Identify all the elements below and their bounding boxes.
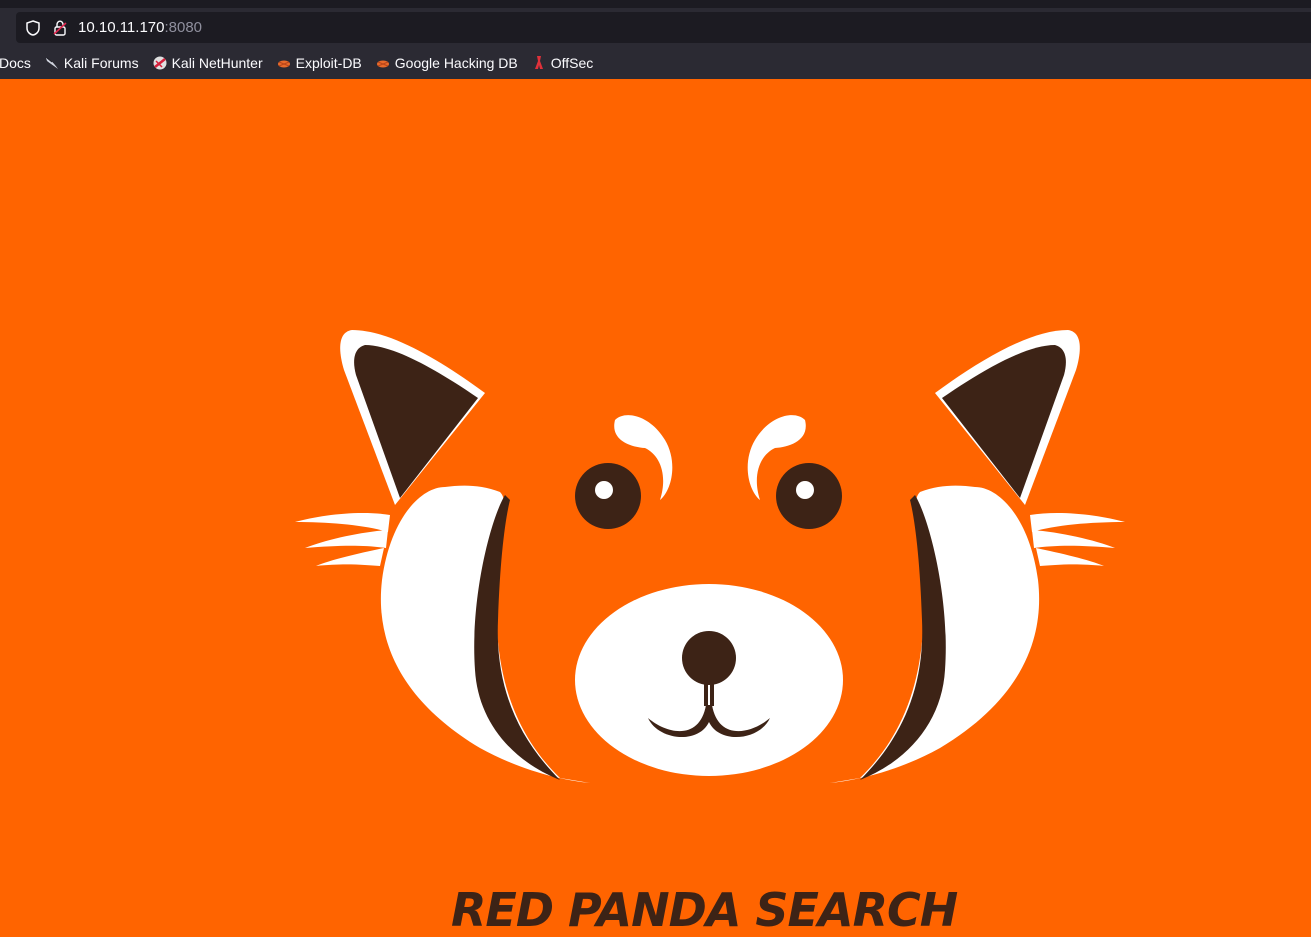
offsec-icon xyxy=(531,55,547,71)
bookmark-google-hacking-db[interactable]: Google Hacking DB xyxy=(375,55,518,71)
insecure-lock-icon[interactable] xyxy=(52,19,68,36)
bookmark-label: Kali NetHunter xyxy=(171,55,263,71)
red-panda-logo-icon xyxy=(295,330,1125,783)
ghdb-icon xyxy=(375,55,391,71)
bookmark-kali-forums[interactable]: Kali Forums xyxy=(44,55,139,71)
shield-icon[interactable] xyxy=(25,19,41,36)
exploitdb-icon xyxy=(276,55,292,71)
url-host: 10.10.11.170 xyxy=(78,19,165,36)
bookmark-label: Docs xyxy=(0,55,31,71)
panda-nose xyxy=(682,631,736,685)
left-whiskers xyxy=(295,512,390,566)
bookmarks-toolbar: Docs Kali Forums Kali NetHunter Exploit-… xyxy=(0,50,1311,76)
bookmark-kali-nethunter[interactable]: Kali NetHunter xyxy=(152,55,263,71)
bookmark-label: Kali Forums xyxy=(63,55,139,71)
url-port: :8080 xyxy=(164,19,203,36)
bookmark-offsec[interactable]: OffSec xyxy=(531,55,594,71)
bookmark-exploit-db[interactable]: Exploit-DB xyxy=(276,55,362,71)
bookmark-docs[interactable]: Docs xyxy=(0,55,31,71)
nethunter-icon xyxy=(152,55,168,71)
url-text[interactable]: 10.10.11.170:8080 xyxy=(78,19,202,36)
bookmark-label: Exploit-DB xyxy=(295,55,362,71)
browser-chrome: 10.10.11.170:8080 Docs Kali Forums Kali … xyxy=(0,0,1311,79)
bookmark-label: Google Hacking DB xyxy=(394,55,518,71)
bookmark-label: OffSec xyxy=(550,55,594,71)
page-title: RED PANDA SEARCH xyxy=(451,883,958,937)
page-content: RED PANDA SEARCH xyxy=(0,79,1311,937)
kali-dragon-icon xyxy=(44,55,60,71)
tab-strip xyxy=(0,0,1311,8)
url-bar[interactable]: 10.10.11.170:8080 xyxy=(16,12,1311,43)
right-whiskers xyxy=(1030,512,1125,566)
